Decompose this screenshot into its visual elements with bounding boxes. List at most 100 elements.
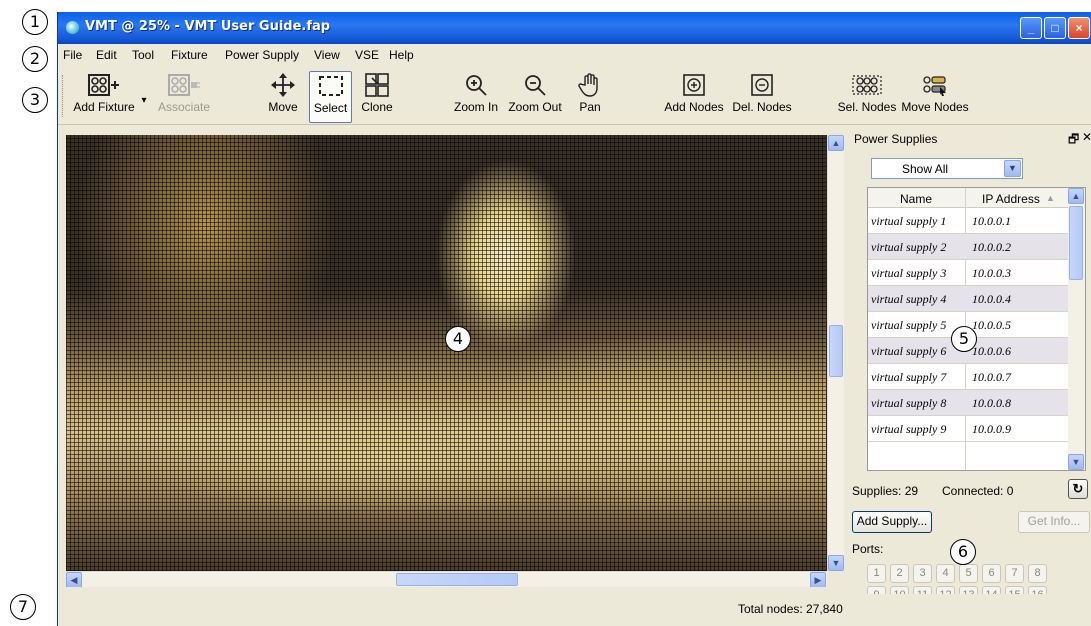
callout-7: 7 [10, 594, 36, 620]
callout-2: 2 [22, 46, 48, 72]
supply-name: virtual supply 4 [871, 292, 947, 306]
select-icon [318, 76, 343, 96]
vertical-scroll-thumb[interactable] [829, 325, 843, 377]
supply-ip: 10.0.0.6 [972, 344, 1011, 358]
add-supply-button[interactable]: Add Supply... [852, 511, 932, 533]
zoom-in-label: Zoom In [453, 100, 498, 114]
table-scroll-thumb[interactable] [1069, 206, 1083, 280]
power-supplies-table: Name IP Address ▲ virtual supply 1 10.0.0… [867, 187, 1086, 471]
select-label: Select [313, 101, 348, 115]
clone-button[interactable]: Clone [358, 71, 396, 123]
zoom-out-button[interactable]: Zoom Out [506, 71, 564, 123]
menu-vse[interactable]: VSE [355, 48, 379, 62]
add-nodes-icon [683, 74, 705, 96]
sel-nodes-label: Sel. Nodes [837, 100, 897, 114]
move-nodes-label: Move Nodes [901, 100, 969, 114]
table-scroll-down-icon[interactable]: ▼ [1068, 454, 1084, 470]
callout-4: 4 [445, 326, 471, 352]
scroll-down-arrow-icon[interactable]: ▼ [828, 555, 844, 571]
hand-icon [578, 73, 598, 97]
menu-fixture[interactable]: Fixture [171, 48, 208, 62]
select-button[interactable]: Select [309, 71, 352, 123]
table-row[interactable]: virtual supply 3 10.0.0.3 [868, 260, 1068, 286]
zoom-out-label: Zoom Out [508, 100, 562, 114]
port-button[interactable]: 6 [982, 564, 1001, 583]
pan-label: Pan [579, 100, 601, 114]
callout-6: 6 [950, 539, 976, 565]
scroll-up-arrow-icon[interactable]: ▲ [828, 135, 844, 151]
port-button[interactable]: 2 [890, 564, 909, 583]
associate-icon [168, 74, 200, 96]
supply-ip: 10.0.0.3 [972, 266, 1011, 280]
canvas-viewport[interactable]: ▲ ▼ ◀ ▶ [66, 135, 844, 587]
scroll-left-arrow-icon[interactable]: ◀ [66, 572, 82, 587]
panel-float-icon[interactable]: 🗗 [1068, 130, 1079, 151]
add-fixture-button[interactable]: Add Fixture [72, 71, 136, 123]
sel-nodes-button[interactable]: Sel. Nodes [836, 71, 898, 123]
menu-power-supply[interactable]: Power Supply [225, 48, 299, 62]
canvas-horizontal-scrollbar[interactable]: ◀ ▶ [66, 571, 827, 587]
callout-3: 3 [22, 87, 48, 113]
canvas-vertical-scrollbar[interactable]: ▲ ▼ [827, 135, 844, 571]
menu-bar: File Edit Tool Fixture Power Supply View… [58, 44, 1091, 65]
toolbar-grip-icon[interactable] [62, 75, 65, 117]
move-nodes-icon [923, 76, 946, 96]
supply-filter-select[interactable]: Show All ▼ [871, 158, 1023, 179]
chevron-down-icon[interactable]: ▼ [1004, 160, 1021, 177]
title-bar[interactable]: VMT @ 25% - VMT User Guide.fap _ □ × [58, 12, 1091, 44]
get-info-button[interactable]: Get Info... [1018, 511, 1090, 533]
supply-name: virtual supply 7 [871, 370, 947, 384]
table-row[interactable]: virtual supply 7 10.0.0.7 [868, 364, 1068, 390]
toolbar: Add Fixture ▾ Associate Move Select Clon… [58, 65, 1091, 125]
sort-ascending-icon: ▲ [1046, 193, 1055, 203]
port-button[interactable]: 7 [1005, 564, 1024, 583]
supply-ip: 10.0.0.2 [972, 240, 1011, 254]
add-nodes-label: Add Nodes [664, 100, 724, 114]
associate-label: Associate [157, 100, 211, 114]
table-row[interactable]: virtual supply 9 10.0.0.9 [868, 416, 1068, 442]
move-icon [271, 73, 295, 97]
port-button[interactable]: 4 [936, 564, 955, 583]
menu-tool[interactable]: Tool [132, 48, 154, 62]
move-button[interactable]: Move [262, 71, 304, 123]
maximize-button[interactable]: □ [1044, 17, 1066, 39]
zoom-in-icon [466, 75, 487, 96]
node-grid-overlay [66, 135, 826, 571]
callout-5: 5 [951, 326, 977, 352]
close-button[interactable]: × [1068, 17, 1090, 39]
horizontal-scroll-thumb[interactable] [396, 573, 518, 586]
zoom-in-button[interactable]: Zoom In [452, 71, 500, 123]
scroll-right-arrow-icon[interactable]: ▶ [810, 572, 826, 587]
clone-label: Clone [361, 100, 393, 114]
add-nodes-button[interactable]: Add Nodes [663, 71, 725, 123]
menu-edit[interactable]: Edit [96, 48, 117, 62]
minimize-button[interactable]: _ [1020, 17, 1042, 39]
refresh-icon[interactable]: ↻ [1068, 479, 1088, 499]
menu-view[interactable]: View [314, 48, 340, 62]
port-button[interactable]: 1 [867, 564, 886, 583]
column-header-name[interactable]: Name [900, 192, 932, 206]
supplies-count: Supplies: 29 [852, 484, 919, 498]
add-fixture-dropdown[interactable]: ▾ [138, 95, 150, 109]
power-supplies-panel: Power Supplies 🗗 ✕ Show All ▼ Name IP Ad… [850, 127, 1091, 605]
port-button[interactable]: 8 [1028, 564, 1047, 583]
table-row[interactable]: virtual supply 2 10.0.0.2 [868, 234, 1068, 260]
menu-help[interactable]: Help [389, 48, 414, 62]
table-vertical-scrollbar[interactable]: ▲ ▼ [1068, 188, 1085, 470]
zoom-out-icon [525, 75, 546, 96]
port-button[interactable]: 5 [959, 564, 978, 583]
associate-button[interactable]: Associate [152, 71, 216, 123]
clone-icon [365, 73, 389, 97]
table-row[interactable]: virtual supply 1 10.0.0.1 [868, 208, 1068, 234]
supply-ip: 10.0.0.1 [972, 214, 1011, 228]
pan-button[interactable]: Pan [573, 71, 607, 123]
table-row[interactable]: virtual supply 8 10.0.0.8 [868, 390, 1068, 416]
panel-close-icon[interactable]: ✕ [1082, 130, 1091, 144]
column-header-ip-address[interactable]: IP Address [982, 192, 1040, 206]
move-nodes-button[interactable]: Move Nodes [900, 71, 970, 123]
menu-file[interactable]: File [63, 48, 82, 62]
port-button[interactable]: 3 [913, 564, 932, 583]
table-row[interactable]: virtual supply 4 10.0.0.4 [868, 286, 1068, 312]
table-scroll-up-icon[interactable]: ▲ [1068, 188, 1084, 204]
del-nodes-button[interactable]: Del. Nodes [731, 71, 793, 123]
